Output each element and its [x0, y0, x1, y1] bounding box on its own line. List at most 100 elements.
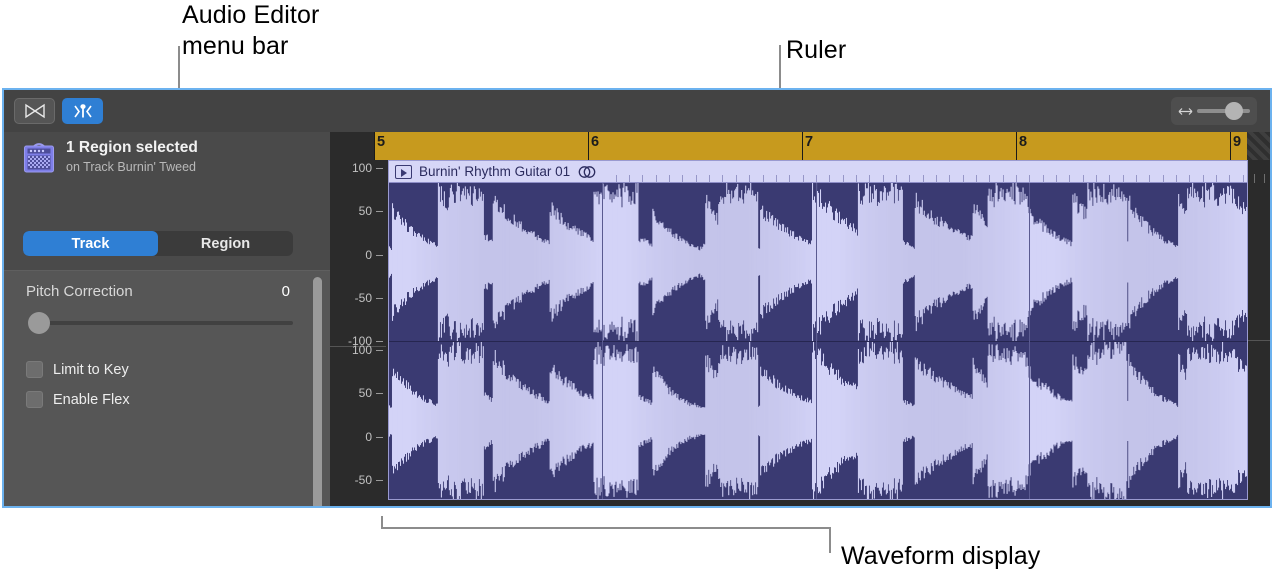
- callout-line-menu-bar: [178, 46, 180, 88]
- guitar-amp-icon: [24, 143, 54, 173]
- beat-tick: [616, 175, 617, 183]
- checkbox-row-limit-to-key[interactable]: Limit to Key: [26, 361, 129, 378]
- beat-tick: [1176, 175, 1177, 183]
- beat-tick: [1149, 175, 1150, 183]
- amplitude-tick-label: 0: [365, 247, 372, 262]
- inspector-vertical-scrollbar[interactable]: [313, 277, 322, 506]
- beat-tick: [776, 175, 777, 183]
- beat-tick: [1096, 175, 1097, 183]
- beat-tick: [656, 175, 657, 183]
- beat-tick: [869, 175, 870, 183]
- midi-bowtie-icon: [24, 103, 45, 119]
- ruler-bar-number: 9: [1233, 134, 1242, 150]
- beat-tick: [883, 175, 884, 183]
- beat-tick: [1069, 175, 1070, 183]
- limit-to-key-label: Limit to Key: [53, 361, 129, 378]
- amplitude-tick-mark: [376, 254, 383, 256]
- amplitude-tick-mark: [376, 393, 383, 395]
- bar-grid-line: [816, 183, 817, 499]
- waveform-svg: [389, 183, 1247, 341]
- beat-tick: [1136, 175, 1137, 183]
- beat-tick: [1043, 175, 1044, 183]
- amplitude-tick-mark: [376, 479, 383, 481]
- beat-tick: [1003, 175, 1004, 183]
- zoom-slider-knob[interactable]: [1225, 102, 1243, 120]
- beat-tick: [1189, 175, 1190, 183]
- beat-tick: [1109, 175, 1110, 183]
- audio-editor-window: 1 Region selected on Track Burnin' Tweed…: [2, 88, 1272, 508]
- audio-region[interactable]: Burnin' Rhythm Guitar 01: [388, 160, 1248, 500]
- ruler-bar-number: 7: [805, 134, 814, 150]
- beat-tick: [896, 175, 897, 183]
- inspector-sidebar: 1 Region selected on Track Burnin' Tweed…: [4, 132, 330, 506]
- beat-tick: [696, 175, 697, 183]
- pitch-correction-slider-track[interactable]: [28, 321, 293, 325]
- ruler-overflow-ticks: [1248, 160, 1270, 500]
- beat-tick: [736, 175, 737, 183]
- audio-editor-menu-bar: [4, 90, 1270, 132]
- beat-tick: [1056, 175, 1057, 183]
- beat-tick: [1216, 175, 1217, 183]
- annotation-ruler: Ruler: [786, 36, 847, 64]
- amplitude-tick-label: 100: [351, 161, 372, 175]
- amplitude-tick-mark: [376, 350, 383, 351]
- pitch-correction-value: 0: [281, 283, 290, 300]
- beat-tick: [749, 175, 750, 183]
- amplitude-tick-label: -50: [354, 290, 372, 305]
- beat-tick: [1029, 175, 1030, 183]
- beat-tick: [936, 175, 937, 183]
- stereo-channels-icon: [578, 166, 596, 178]
- waveform-channel-right: [389, 342, 1247, 499]
- right-channel-divider: [1248, 340, 1270, 341]
- enable-flex-checkbox[interactable]: [26, 391, 43, 408]
- beat-tick: [803, 175, 804, 183]
- region-header[interactable]: Burnin' Rhythm Guitar 01: [389, 161, 1247, 183]
- beat-tick: [1229, 175, 1230, 183]
- selection-title: 1 Region selected: [66, 139, 198, 156]
- beat-tick: [989, 175, 990, 183]
- callout-bracket-right-tick: [829, 527, 831, 553]
- region-name: Burnin' Rhythm Guitar 01: [419, 164, 571, 179]
- checkbox-row-enable-flex[interactable]: Enable Flex: [26, 391, 130, 408]
- annotation-waveform-display: Waveform display: [841, 542, 1041, 570]
- ruler-bar-number: 5: [377, 134, 386, 150]
- tab-track[interactable]: Track: [23, 231, 158, 256]
- tab-region[interactable]: Region: [158, 231, 293, 256]
- beat-tick: [1083, 175, 1084, 183]
- beat-tick: [629, 175, 630, 183]
- beat-tick: [763, 175, 764, 183]
- beat-tick: [976, 175, 977, 183]
- horizontal-zoom-slider[interactable]: [1171, 97, 1257, 125]
- ruler-bar-number: 8: [1019, 134, 1028, 150]
- beat-tick: [1243, 175, 1244, 183]
- annotation-audio-editor-menu-bar: Audio Editor menu bar: [182, 1, 320, 60]
- beat-tick: [1264, 174, 1265, 183]
- bar-grid-line: [602, 183, 603, 499]
- beat-tick: [816, 175, 817, 183]
- audio-editor-area: 56789 100500-50-100100500-50-100 Burnin'…: [330, 132, 1270, 506]
- track-region-segmented-control[interactable]: Track Region: [23, 231, 293, 256]
- beat-tick: [829, 175, 830, 183]
- beat-tick: [709, 175, 710, 183]
- callout-bracket-left-tick: [381, 516, 383, 529]
- enable-flex-label: Enable Flex: [53, 391, 130, 408]
- beat-tick: [682, 175, 683, 183]
- zoom-slider-track[interactable]: [1197, 102, 1250, 120]
- amplitude-tick-mark: [376, 211, 383, 213]
- ruler[interactable]: 5 6 7 8 9: [374, 132, 1270, 160]
- amplitude-tick-mark: [376, 341, 383, 342]
- beat-tick: [843, 175, 844, 183]
- waveform-svg: [389, 342, 1247, 499]
- play-button-icon[interactable]: [395, 165, 412, 179]
- waveform-channel-left: [389, 183, 1247, 341]
- amplitude-scale: 100500-50-100100500-50-100: [330, 160, 386, 506]
- pitch-correction-slider-knob[interactable]: [28, 312, 50, 334]
- beat-tick: [1123, 175, 1124, 183]
- ruler-hatched-end: [1247, 132, 1270, 160]
- limit-to-key-checkbox[interactable]: [26, 361, 43, 378]
- midi-bowtie-icon-button[interactable]: [14, 98, 55, 124]
- amplitude-tick-label: 50: [358, 204, 372, 219]
- audio-track-editor-icon-button[interactable]: [62, 98, 103, 124]
- beat-tick: [642, 175, 643, 183]
- amplitude-tick-label: 50: [358, 386, 372, 401]
